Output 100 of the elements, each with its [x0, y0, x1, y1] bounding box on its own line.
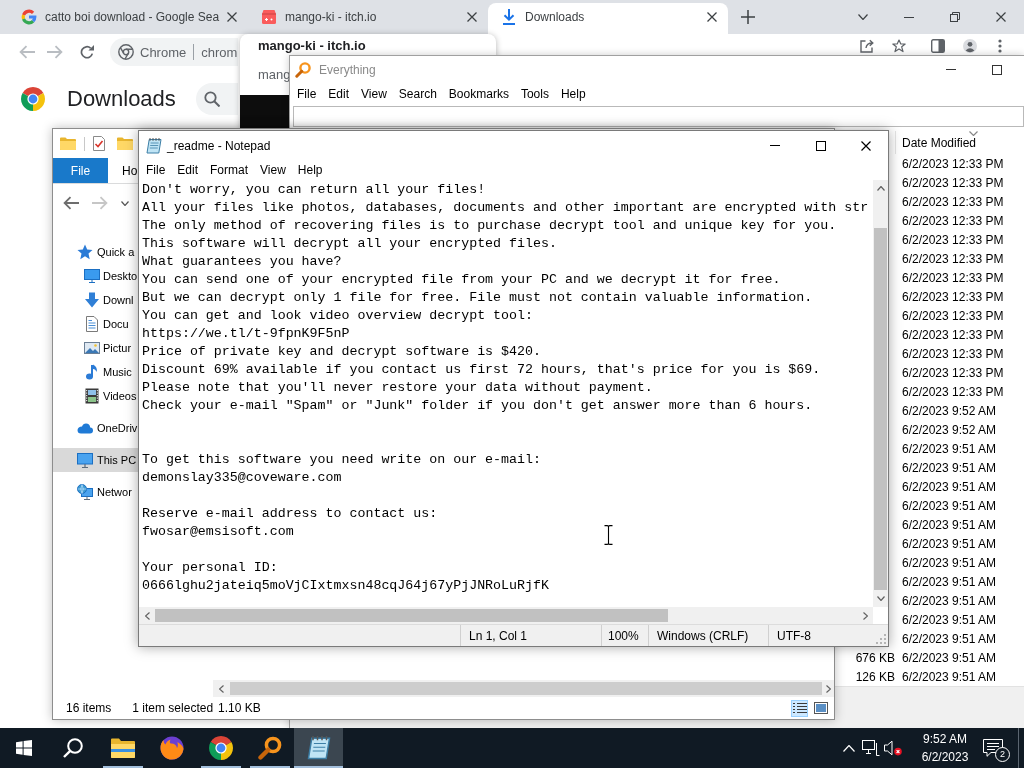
status-text: 100%: [608, 628, 639, 643]
nav-item[interactable]: Deskto: [53, 264, 138, 288]
muted-speaker-icon[interactable]: [884, 740, 902, 756]
date-cell: 6/2/2023 9:51 AM: [902, 555, 997, 570]
nav-item[interactable]: Downl: [53, 288, 138, 312]
chevron-down-icon[interactable]: [876, 596, 885, 601]
address-bar[interactable]: Chrome chrom: [110, 38, 238, 66]
back-arrow-icon[interactable]: [63, 196, 79, 210]
download-icon: [84, 292, 100, 308]
menu-item[interactable]: Edit: [322, 87, 356, 101]
nav-item[interactable]: Docu: [53, 312, 138, 336]
date-cell: 6/2/2023 12:33 PM: [902, 270, 1004, 285]
storefront-icon: [261, 9, 277, 25]
browser-tab[interactable]: mango-ki - itch.io: [248, 3, 488, 34]
notepad-icon: [306, 736, 331, 760]
search-field[interactable]: [195, 83, 238, 115]
reload-icon[interactable]: [80, 45, 94, 59]
cloud-icon: [77, 422, 93, 434]
card-title: mango-ki - itch.io: [258, 38, 366, 54]
date-cell: 6/2/2023 9:51 AM: [902, 441, 997, 456]
chevron-right-icon[interactable]: [862, 611, 868, 620]
size-cell: 676 KB: [855, 650, 895, 665]
chevron-down-icon[interactable]: [858, 14, 868, 20]
share-icon[interactable]: [860, 39, 874, 53]
scrollbar-thumb[interactable]: [155, 609, 668, 622]
menu-item[interactable]: Search: [392, 87, 443, 101]
horizontal-scrollbar[interactable]: [139, 607, 873, 624]
close-icon[interactable]: [861, 140, 871, 151]
menu-item[interactable]: Format: [204, 163, 255, 177]
text-line: Price of private key and decrypt software is $420.: [142, 343, 541, 361]
chevron-down-icon[interactable]: [121, 200, 129, 206]
text-line: You can send one of your encrypted file from your PC and we decrypt it for free.: [142, 271, 781, 289]
nav-item[interactable]: Music: [53, 360, 138, 384]
nav-item[interactable]: Quick a: [53, 240, 138, 264]
clock-time[interactable]: 9:52 AM: [923, 730, 967, 748]
date-cell: 6/2/2023 12:33 PM: [902, 156, 1004, 171]
close-icon[interactable]: [467, 12, 477, 22]
scrollbar-thumb[interactable]: [874, 228, 887, 590]
ribbon-tab[interactable]: File: [53, 158, 108, 183]
maximize-icon[interactable]: [992, 64, 1002, 75]
browser-tab[interactable]: Downloads: [488, 3, 728, 34]
resize-grip-icon[interactable]: [876, 634, 886, 644]
menu-item[interactable]: Help: [291, 163, 329, 177]
nav-item[interactable]: Videos: [53, 384, 138, 408]
browser-tab[interactable]: catto boi download - Google Sea: [8, 3, 248, 34]
minimize-icon[interactable]: [904, 16, 914, 18]
nav-item[interactable]: OneDriv: [53, 416, 138, 440]
menu-item[interactable]: View: [254, 163, 292, 177]
search-field[interactable]: [293, 106, 1024, 127]
menu-item[interactable]: Help: [554, 87, 592, 101]
clock-date[interactable]: 6/2/2023: [921, 748, 969, 766]
star-icon[interactable]: [892, 39, 906, 53]
nav-item[interactable]: Networ: [53, 480, 138, 504]
text-line: But we can decrypt only 1 file for free. File must not contain valuable information.: [142, 289, 813, 307]
download-icon: [501, 9, 517, 25]
chevron-right-icon[interactable]: [825, 684, 831, 693]
close-icon[interactable]: [227, 12, 237, 22]
date-cell: 6/2/2023 12:33 PM: [902, 308, 1004, 323]
chevron-left-icon[interactable]: [144, 611, 150, 620]
date-cell: 6/2/2023 12:33 PM: [902, 346, 1004, 361]
avatar-icon[interactable]: [963, 39, 977, 53]
date-cell: 6/2/2023 9:52 AM: [902, 422, 997, 437]
nav-item[interactable]: Pictur: [53, 336, 138, 360]
magnifier-icon: [295, 61, 311, 78]
close-icon[interactable]: [996, 12, 1006, 22]
close-icon[interactable]: [707, 12, 717, 22]
view-button[interactable]: [791, 699, 808, 717]
column-header[interactable]: Date Modified: [895, 131, 1024, 154]
menu-item[interactable]: File: [140, 163, 172, 177]
vertical-scrollbar[interactable]: [873, 180, 888, 607]
menu-item[interactable]: Bookmarks: [442, 87, 515, 101]
menu-item[interactable]: View: [355, 87, 393, 101]
menu-item[interactable]: File: [291, 87, 323, 101]
side-panel-icon[interactable]: [931, 39, 945, 53]
selection-size: 1.10 KB: [218, 701, 261, 715]
start-logo-icon: [16, 740, 32, 756]
view-button[interactable]: [812, 699, 829, 717]
notification-icon[interactable]: [983, 739, 1003, 757]
music-note-icon: [84, 364, 100, 380]
restore-icon[interactable]: [950, 12, 960, 22]
date-cell: 6/2/2023 9:51 AM: [902, 574, 997, 589]
network-icon: [77, 484, 93, 500]
chevron-left-icon[interactable]: [219, 684, 224, 693]
text-line: demonslay335@coveware.com: [142, 469, 342, 487]
maximize-icon[interactable]: [816, 140, 826, 151]
menu-item[interactable]: Edit: [171, 163, 205, 177]
menu-item[interactable]: Tools: [514, 87, 555, 101]
nav-item[interactable]: This PC: [53, 448, 138, 472]
checked-document-icon[interactable]: [93, 136, 105, 151]
document-icon: [84, 316, 100, 332]
plus-icon[interactable]: [741, 10, 755, 24]
more-menu-icon[interactable]: [998, 39, 1002, 53]
scrollbar-thumb[interactable]: [230, 682, 822, 695]
site-info-chip[interactable]: Chrome: [118, 44, 187, 60]
taskbar-button[interactable]: [294, 728, 343, 768]
network-icon[interactable]: [862, 740, 880, 756]
horizontal-scrollbar[interactable]: [213, 680, 834, 697]
date-cell: 6/2/2023 9:51 AM: [902, 536, 997, 551]
ribbon-tab[interactable]: Ho: [122, 158, 138, 183]
date-cell: 6/2/2023 12:33 PM: [902, 194, 1004, 209]
